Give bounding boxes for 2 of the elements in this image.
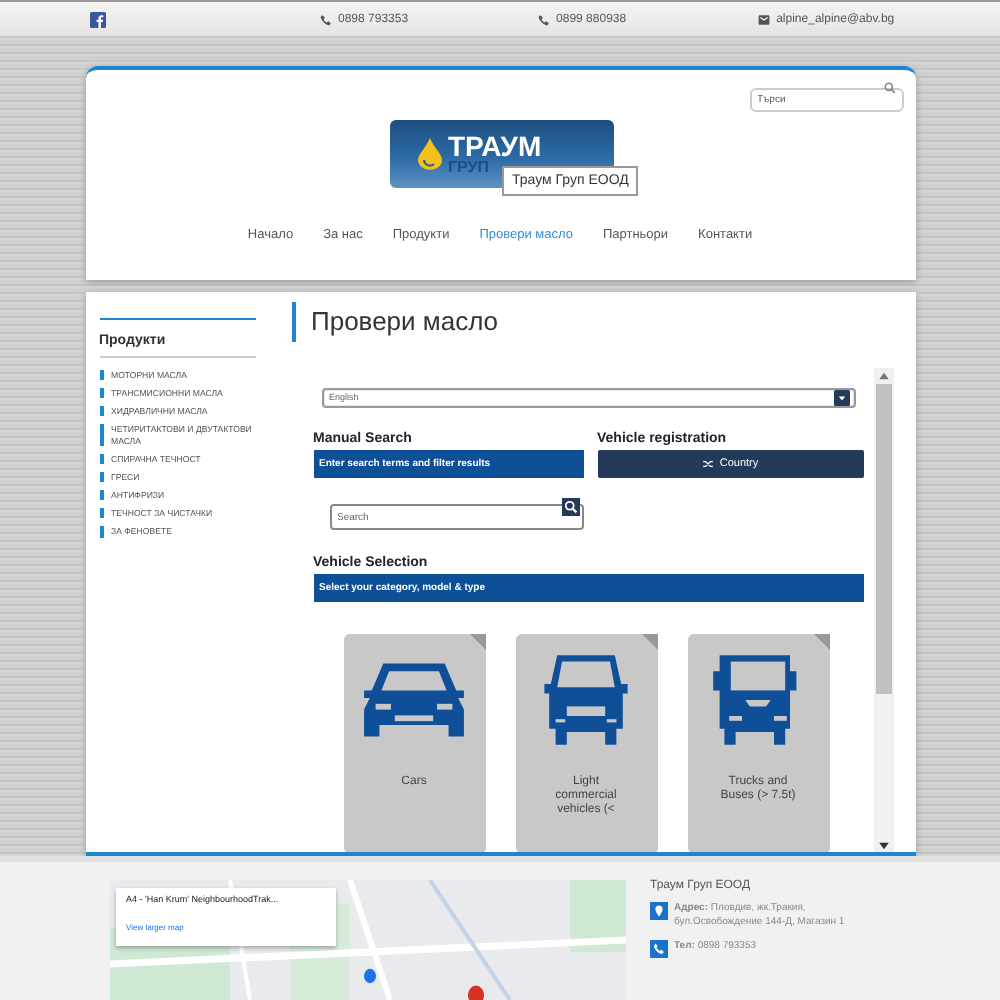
logo-title: ТРАУМ bbox=[448, 132, 542, 161]
page-title: Провери масло bbox=[291, 301, 915, 342]
